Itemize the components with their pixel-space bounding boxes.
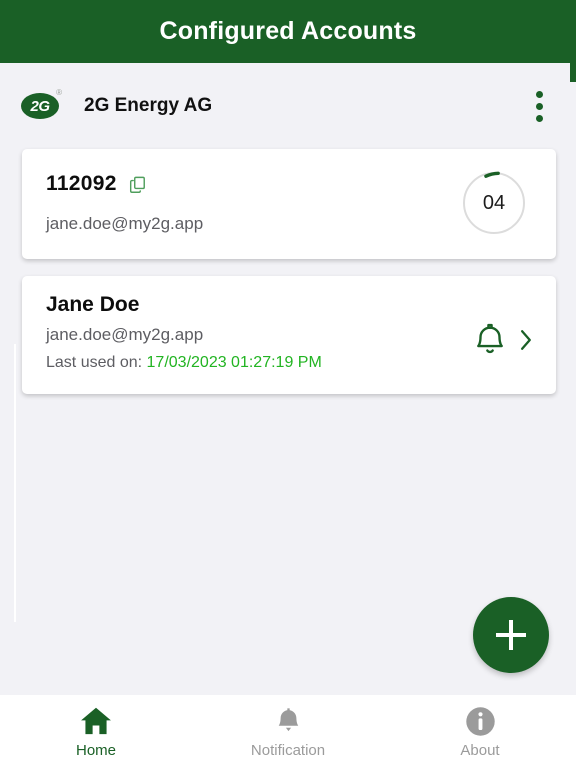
organisation-overflow-menu-button[interactable] bbox=[526, 86, 552, 126]
content-area: 2G ® 2G Energy AG 112092 jane.doe@my2g.a… bbox=[0, 63, 576, 695]
otp-code-value: 112092 bbox=[46, 172, 117, 195]
app-bar: Configured Accounts bbox=[0, 0, 576, 63]
otp-code-card[interactable]: 112092 jane.doe@my2g.app 04 bbox=[22, 149, 556, 259]
org-logo-icon: 2G ® bbox=[20, 85, 62, 127]
org-logo-trademark: ® bbox=[56, 88, 62, 97]
organisation-name: 2G Energy AG bbox=[84, 95, 213, 116]
otp-countdown-value: 04 bbox=[482, 191, 506, 214]
nav-item-home-label: Home bbox=[75, 742, 116, 759]
nav-item-notification[interactable]: Notification bbox=[192, 695, 384, 768]
nav-item-notification-label: Notification bbox=[250, 742, 326, 759]
organisation-row: 2G ® 2G Energy AG bbox=[0, 63, 576, 149]
add-account-fab[interactable] bbox=[473, 597, 549, 673]
account-card-actions bbox=[471, 320, 534, 360]
bottom-navigation-bar: Home Notification About bbox=[0, 695, 576, 768]
page-title: Configured Accounts bbox=[159, 17, 417, 45]
chevron-right-icon[interactable] bbox=[519, 328, 534, 352]
account-card[interactable]: Jane Doe jane.doe@my2g.app Last used on:… bbox=[22, 276, 556, 394]
nav-item-about[interactable]: About bbox=[384, 695, 576, 768]
bell-icon[interactable] bbox=[471, 320, 509, 360]
bell-icon bbox=[273, 704, 304, 738]
otp-countdown-ring: 04 bbox=[460, 169, 528, 237]
account-last-used: Last used on: 17/03/2023 01:27:19 PM bbox=[46, 354, 532, 372]
account-name: Jane Doe bbox=[46, 293, 140, 316]
account-last-used-label: Last used on: bbox=[46, 354, 143, 371]
plus-icon bbox=[496, 620, 526, 650]
org-logo-text: 2G bbox=[30, 97, 50, 115]
account-email: jane.doe@my2g.app bbox=[46, 325, 204, 344]
more-vertical-icon-dot bbox=[535, 114, 543, 122]
home-icon bbox=[79, 704, 113, 738]
header-edge-sliver bbox=[570, 63, 576, 82]
copy-icon[interactable] bbox=[128, 175, 147, 194]
nav-item-home[interactable]: Home bbox=[0, 695, 192, 768]
account-last-used-value: 17/03/2023 01:27:19 PM bbox=[146, 354, 322, 371]
list-rail bbox=[14, 344, 16, 622]
nav-item-about-label: About bbox=[460, 742, 500, 759]
more-vertical-icon-dot bbox=[535, 90, 543, 98]
info-circle-icon bbox=[465, 704, 496, 738]
more-vertical-icon-dot bbox=[535, 102, 543, 110]
